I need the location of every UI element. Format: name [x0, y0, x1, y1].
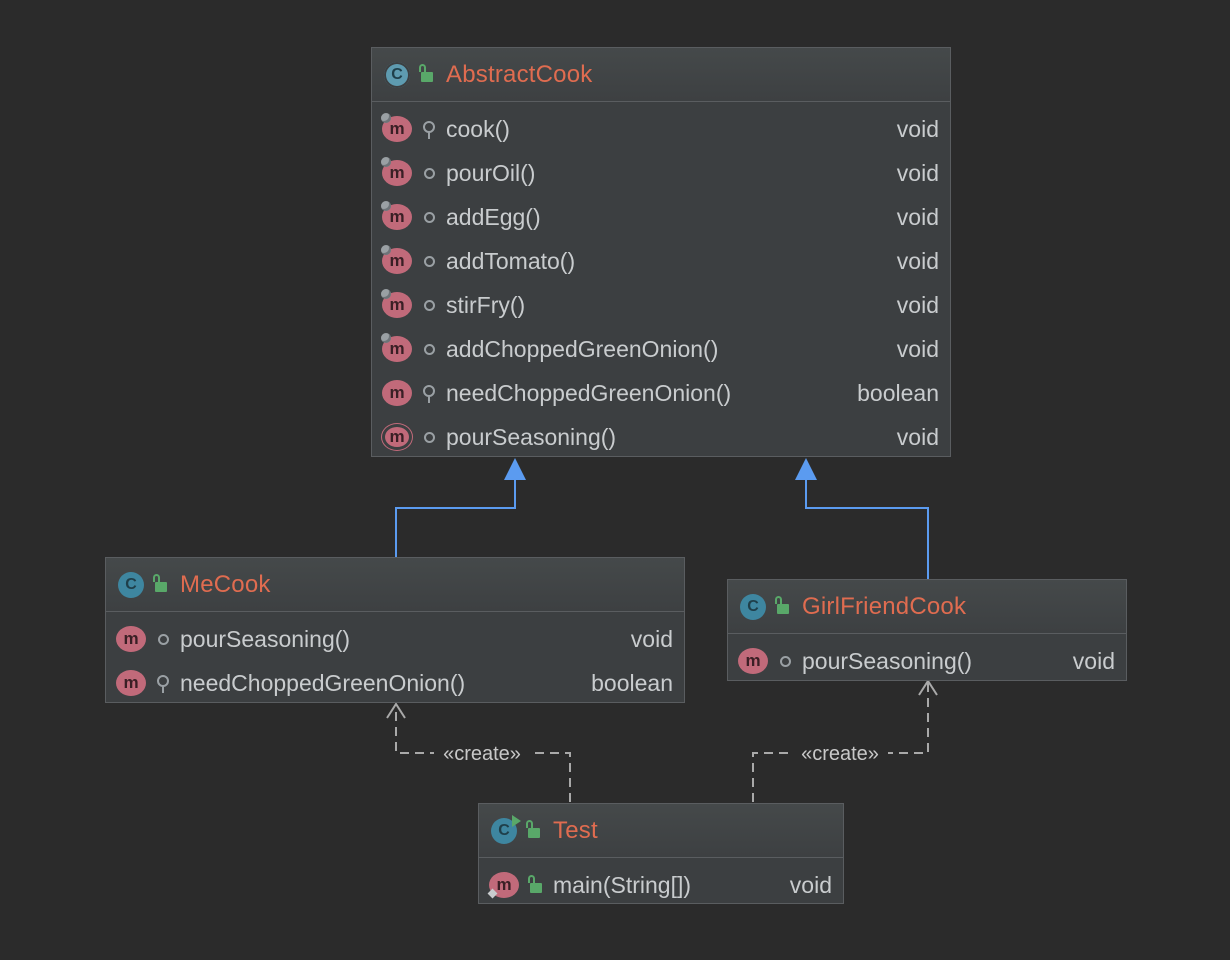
class-node-girlfriendcook[interactable]: C GirlFriendCook m pourSeasoning() void	[727, 579, 1127, 681]
protected-key-icon	[420, 120, 438, 139]
public-lock-icon	[774, 596, 792, 614]
method-row[interactable]: m cook() void	[372, 107, 950, 151]
method-name: cook()	[446, 115, 510, 142]
method-return-type: void	[896, 203, 939, 230]
abstract-method-icon: m	[381, 333, 412, 362]
package-private-icon	[154, 633, 172, 645]
method-row[interactable]: m needChoppedGreenOnion() boolean	[372, 371, 950, 415]
abstract-method-icon: m	[381, 201, 412, 230]
method-row[interactable]: m addChoppedGreenOnion() void	[372, 327, 950, 371]
inheritance-arrowhead-mecook	[504, 458, 526, 480]
method-return-type: void	[630, 625, 673, 652]
method-icon: m	[116, 670, 146, 696]
static-method-icon: m	[489, 872, 519, 898]
public-lock-icon	[152, 574, 170, 592]
class-header[interactable]: C GirlFriendCook	[728, 580, 1126, 634]
method-name: pourSeasoning()	[802, 647, 973, 674]
abstract-method-icon: m	[381, 289, 412, 318]
method-return-type: void	[896, 335, 939, 362]
class-name: Test	[553, 816, 598, 844]
method-return-type: void	[896, 159, 939, 186]
class-node-mecook[interactable]: C MeCook m pourSeasoning() void m needCh…	[105, 557, 685, 703]
method-name: addEgg()	[446, 203, 541, 230]
class-header[interactable]: C AbstractCook	[372, 48, 950, 102]
method-return-type: void	[789, 871, 832, 898]
method-return-type: void	[896, 423, 939, 450]
class-header[interactable]: C MeCook	[106, 558, 684, 612]
method-row[interactable]: m pourSeasoning() void	[106, 617, 684, 661]
abstract-method-icon: m	[381, 113, 412, 142]
class-name: GirlFriendCook	[802, 592, 967, 620]
method-return-type: void	[1072, 647, 1115, 674]
package-private-icon	[420, 343, 438, 355]
protected-key-icon	[154, 674, 172, 693]
method-row[interactable]: m main(String[]) void	[479, 863, 843, 907]
public-lock-icon	[418, 64, 436, 82]
public-lock-icon	[525, 820, 543, 838]
abstract-method-icon: m	[381, 245, 412, 274]
create-label-girlfriendcook: «create»	[801, 743, 879, 765]
method-row[interactable]: m needChoppedGreenOnion() boolean	[106, 661, 684, 705]
method-return-type: boolean	[857, 379, 939, 406]
method-name: pourOil()	[446, 159, 536, 186]
abstract-method-icon: m	[381, 157, 412, 186]
package-private-icon	[776, 655, 794, 667]
method-name: addChoppedGreenOnion()	[446, 335, 719, 362]
method-name: needChoppedGreenOnion()	[446, 379, 732, 406]
class-icon: C	[118, 571, 144, 598]
protected-key-icon	[420, 384, 438, 403]
package-private-icon	[420, 431, 438, 443]
method-name: addTomato()	[446, 247, 576, 274]
inheritance-arrowhead-girlfriendcook	[795, 458, 817, 480]
method-row[interactable]: m addEgg() void	[372, 195, 950, 239]
method-row[interactable]: m addTomato() void	[372, 239, 950, 283]
method-row[interactable]: m pourSeasoning() void	[372, 415, 950, 459]
class-node-abstractcook[interactable]: C AbstractCook m cook() void m pourOil()…	[371, 47, 951, 457]
method-name: pourSeasoning()	[446, 423, 617, 450]
method-name: main(String[])	[553, 871, 692, 898]
method-name: needChoppedGreenOnion()	[180, 669, 466, 696]
method-name: pourSeasoning()	[180, 625, 351, 652]
method-row[interactable]: m pourOil() void	[372, 151, 950, 195]
method-row[interactable]: m stirFry() void	[372, 283, 950, 327]
package-private-icon	[420, 211, 438, 223]
method-return-type: void	[896, 247, 939, 274]
public-lock-icon	[527, 874, 545, 893]
abstract-method-icon: m	[382, 424, 412, 450]
abstract-class-icon: C	[384, 61, 410, 88]
class-header[interactable]: C Test	[479, 804, 843, 858]
inheritance-edge-girlfriendcook[interactable]	[805, 478, 929, 579]
method-return-type: void	[896, 291, 939, 318]
method-row[interactable]: m pourSeasoning() void	[728, 639, 1126, 683]
package-private-icon	[420, 255, 438, 267]
inheritance-edge-mecook[interactable]	[395, 478, 516, 557]
class-node-test[interactable]: C Test m main(String[]) void	[478, 803, 844, 904]
method-icon: m	[738, 648, 768, 674]
method-icon: m	[382, 380, 412, 406]
package-private-icon	[420, 299, 438, 311]
method-return-type: void	[896, 115, 939, 142]
runnable-class-icon: C	[491, 814, 521, 844]
method-icon: m	[116, 626, 146, 652]
package-private-icon	[420, 167, 438, 179]
class-name: MeCook	[180, 570, 271, 598]
class-icon: C	[740, 593, 766, 620]
method-return-type: boolean	[591, 669, 673, 696]
create-label-mecook: «create»	[443, 743, 521, 765]
method-name: stirFry()	[446, 291, 526, 318]
class-name: AbstractCook	[446, 60, 593, 88]
